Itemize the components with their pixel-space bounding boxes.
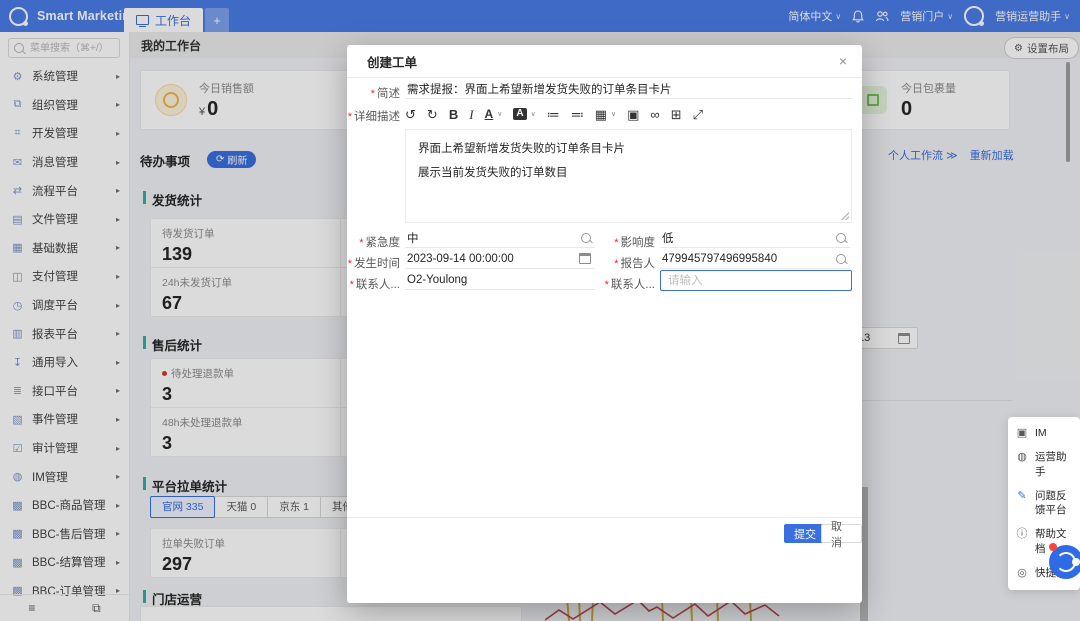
chevron-down-icon: ∨	[531, 110, 536, 118]
modal-header: 创建工单 ×	[347, 45, 862, 78]
occurred-label: 发生时间	[347, 255, 400, 271]
chevron-down-icon: ∨	[611, 110, 616, 118]
ordered-list-icon[interactable]: ≕	[571, 108, 584, 121]
reporter-label: 报告人	[602, 255, 655, 271]
summary-label: 简述	[347, 85, 400, 101]
search-icon	[581, 233, 591, 243]
rich-text-editor[interactable]: 界面上希望新增发货失败的订单条目卡片 展示当前发货失败的订单数目	[405, 129, 852, 223]
cancel-button[interactable]: 取消	[821, 524, 862, 543]
help-doc-icon: ⓘ	[1016, 527, 1028, 556]
contact1-label: 联系人...	[347, 276, 400, 292]
contact2-input[interactable]	[660, 270, 852, 291]
modal-footer-divider	[347, 517, 862, 518]
image-icon[interactable]: ▣	[627, 108, 639, 121]
feedback-pencil-icon: ✎	[1016, 489, 1028, 518]
search-icon	[836, 254, 846, 264]
submit-button[interactable]: 提交	[784, 524, 826, 543]
editor-toolbar: ↺ ↻ B I A∨ A∨ ≔ ≕ ▦∨ ▣ ∞ ⊞ ⤢	[405, 102, 852, 126]
italic-icon[interactable]: I	[469, 108, 473, 121]
chevron-down-icon: ∨	[497, 110, 502, 118]
contact2-label: 联系人...	[602, 276, 655, 292]
search-icon	[836, 233, 846, 243]
urgency-label: 紧急度	[347, 234, 400, 250]
detail-label: 详细描述	[347, 108, 400, 124]
fullscreen-icon[interactable]: ⤢	[693, 108, 703, 121]
reporter-input[interactable]: 479945797496995840	[660, 249, 850, 269]
app-screen: Smart Marketing 工作台 + 简体中文 ∨ 营销门户 ∨	[0, 0, 1080, 621]
contact1-input[interactable]: O2-Youlong	[405, 270, 595, 290]
float-menu-item-im-chat[interactable]: ▣ IM	[1016, 426, 1072, 441]
impact-label: 影响度	[602, 234, 655, 250]
notification-dot	[1049, 543, 1057, 551]
summary-input[interactable]: 需求提报：界面上希望新增发货失败的订单条目卡片	[405, 79, 852, 99]
font-color-icon[interactable]: A	[485, 108, 494, 120]
insert-file-icon[interactable]: ⊞	[671, 108, 682, 121]
im-chat-icon: ▣	[1016, 426, 1028, 441]
calendar-icon	[579, 253, 591, 264]
redo-icon[interactable]: ↻	[427, 108, 438, 121]
shortcut-keys-icon: ◎	[1016, 566, 1028, 581]
resize-handle-icon[interactable]	[841, 212, 849, 220]
bullet-list-icon[interactable]: ≔	[547, 108, 560, 121]
link-icon[interactable]: ∞	[650, 108, 659, 121]
float-menu-item-assistant-bubble[interactable]: ◍ 运营助手	[1016, 450, 1072, 479]
float-menu-item-feedback-pencil[interactable]: ✎ 问题反馈平台	[1016, 489, 1072, 518]
table-icon[interactable]: ▦	[595, 108, 607, 121]
impact-input[interactable]: 低	[660, 228, 850, 248]
urgency-input[interactable]: 中	[405, 228, 595, 248]
modal-title: 创建工单	[347, 52, 417, 71]
editor-paragraph: 界面上希望新增发货失败的订单条目卡片	[418, 137, 839, 161]
bold-icon[interactable]: B	[449, 108, 458, 121]
close-icon[interactable]: ×	[839, 54, 862, 68]
highlight-icon[interactable]: A	[513, 108, 526, 120]
undo-icon[interactable]: ↺	[405, 108, 416, 121]
editor-paragraph: 展示当前发货失败的订单数目	[418, 161, 839, 185]
assistant-bubble-icon: ◍	[1016, 450, 1028, 479]
create-ticket-modal: 创建工单 × 简述 需求提报：界面上希望新增发货失败的订单条目卡片 详细描述 ↺…	[347, 45, 862, 603]
occurred-time-input[interactable]: 2023-09-14 00:00:00	[405, 249, 595, 269]
